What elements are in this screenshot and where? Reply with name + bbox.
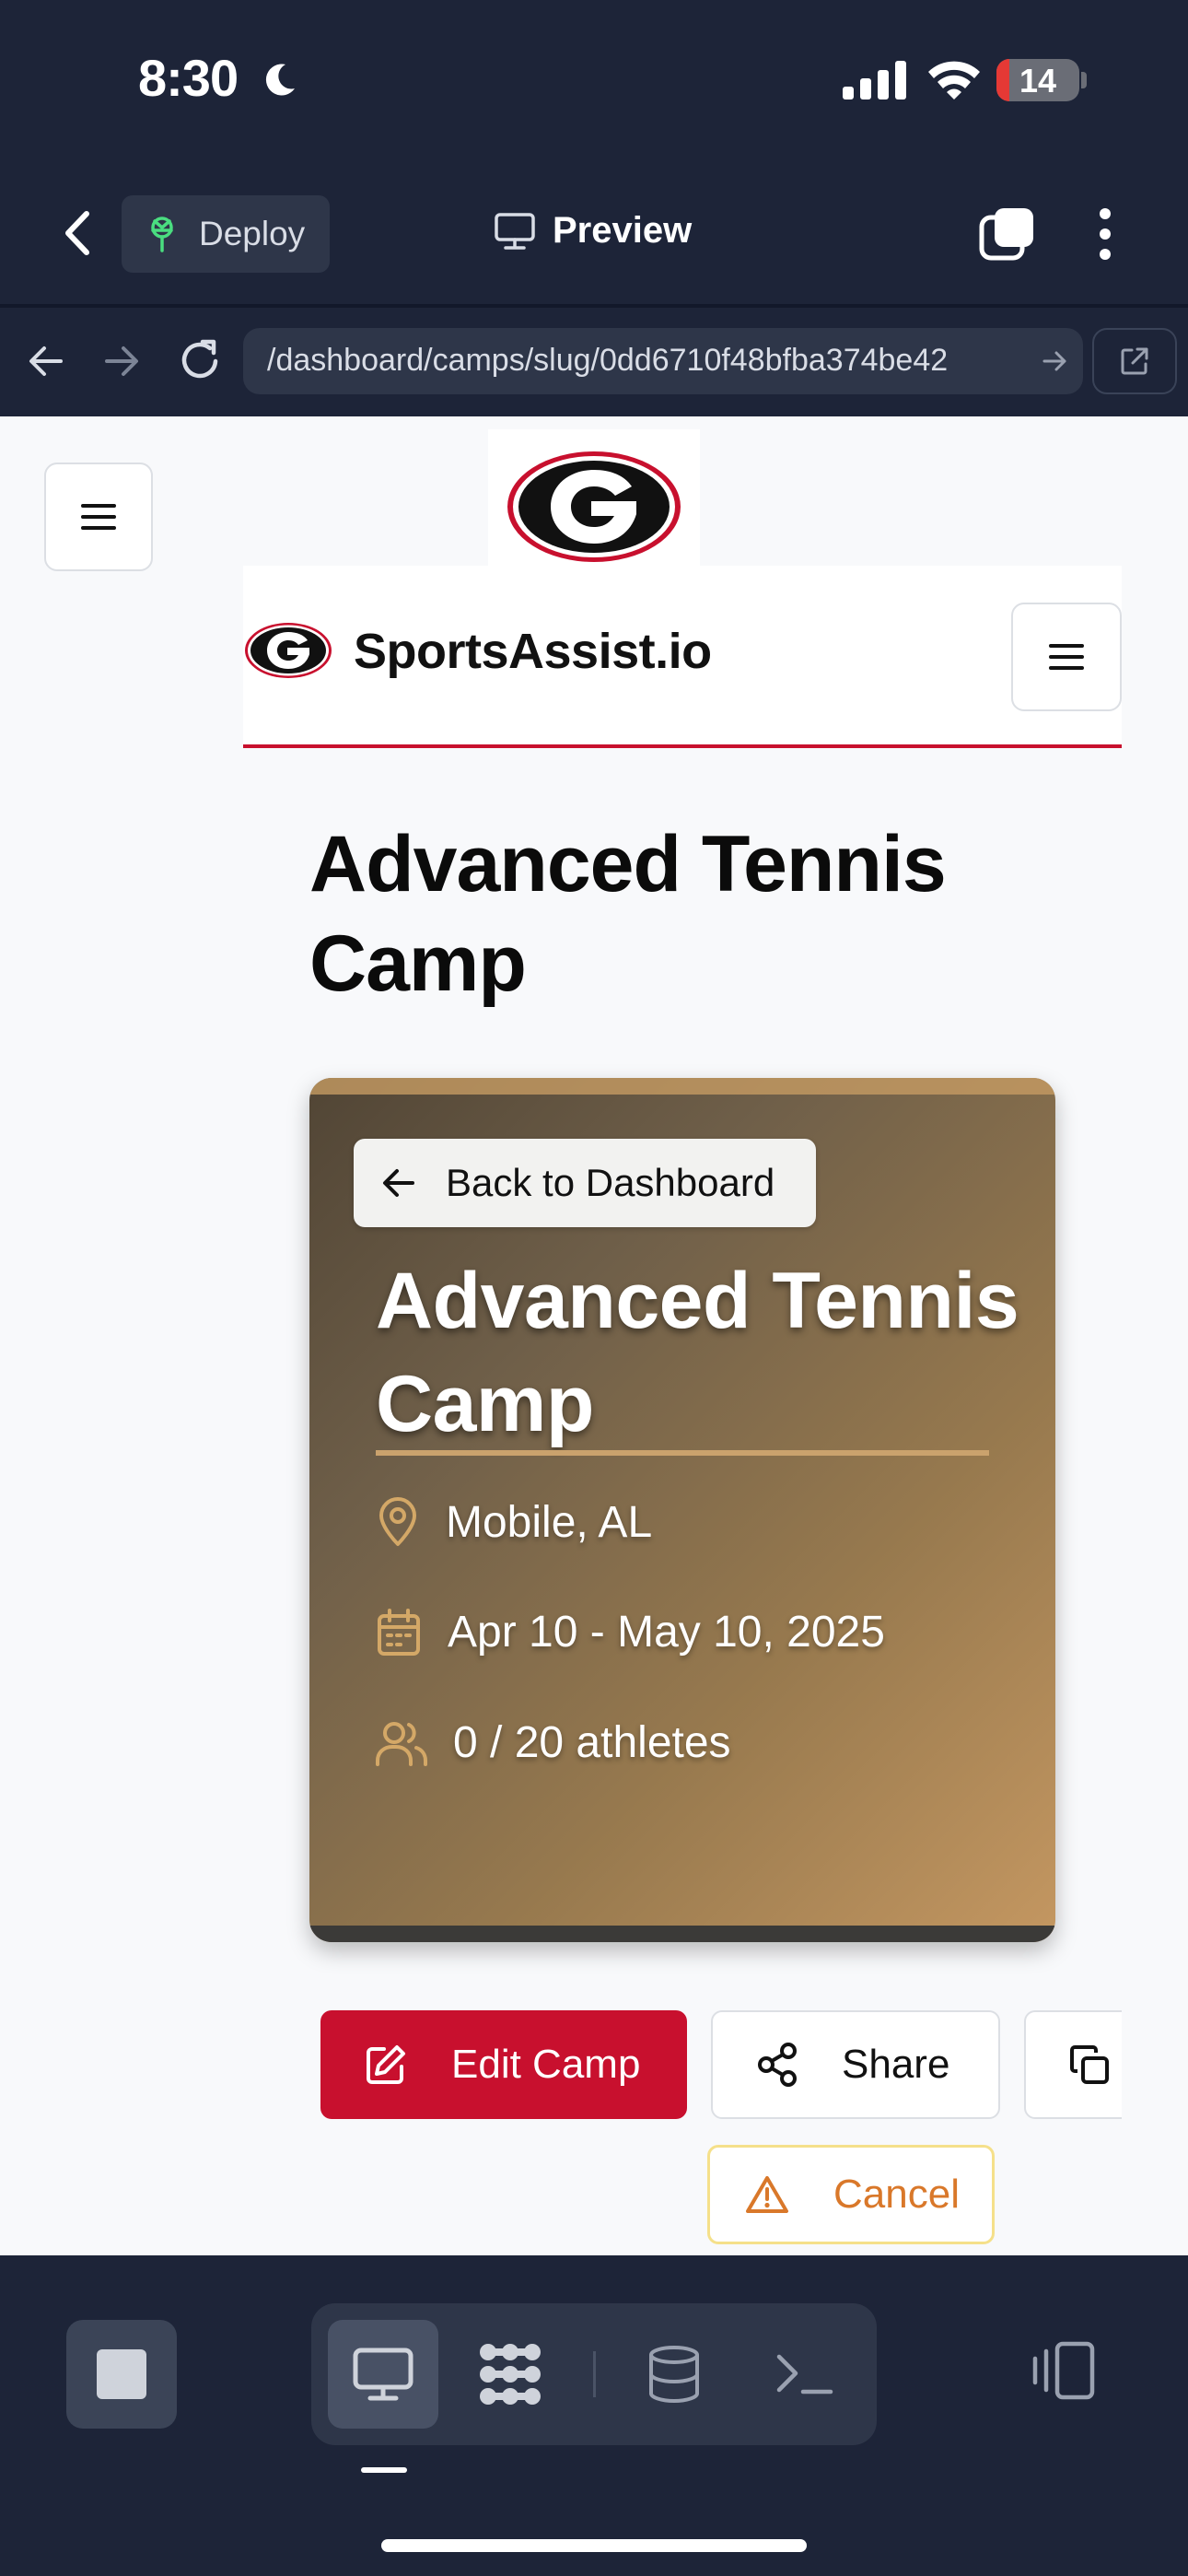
cancel-label: Cancel bbox=[833, 2172, 960, 2217]
monitor-tool-button[interactable] bbox=[328, 2320, 438, 2429]
preview-tab[interactable]: Preview bbox=[494, 210, 692, 252]
divider bbox=[0, 304, 1188, 308]
status-time: 8:30 bbox=[138, 49, 239, 107]
cellular-signal-icon bbox=[843, 61, 907, 100]
chevron-left-icon[interactable] bbox=[61, 208, 94, 258]
share-icon bbox=[757, 2043, 798, 2087]
web-page: SportsAssist.io Advanced Tennis Camp Bac… bbox=[0, 416, 1188, 2255]
edit-camp-button[interactable]: Edit Camp bbox=[320, 2010, 687, 2119]
back-to-dashboard-button[interactable]: Back to Dashboard bbox=[354, 1139, 816, 1227]
tabs-icon[interactable] bbox=[978, 205, 1037, 263]
arrow-left-icon bbox=[381, 1167, 416, 1199]
arrow-left-icon[interactable] bbox=[28, 343, 64, 380]
share-button[interactable]: Share bbox=[711, 2010, 1000, 2119]
edit-icon bbox=[365, 2043, 407, 2086]
title-underline bbox=[376, 1450, 989, 1456]
camp-location: Mobile, AL bbox=[376, 1496, 652, 1548]
url-bar[interactable]: /dashboard/camps/slug/0dd6710f48bfba374b… bbox=[243, 328, 1083, 394]
panel-layout-icon[interactable] bbox=[1030, 2340, 1096, 2401]
overflow-mask bbox=[1122, 1983, 1188, 2149]
database-tool-button[interactable] bbox=[619, 2320, 729, 2429]
copy-icon bbox=[1068, 2043, 1111, 2086]
database-icon bbox=[649, 2346, 699, 2404]
warning-icon bbox=[745, 2174, 789, 2215]
reload-icon[interactable] bbox=[177, 337, 223, 383]
site-header: SportsAssist.io bbox=[243, 566, 1122, 748]
location-text: Mobile, AL bbox=[446, 1497, 653, 1547]
nav-menu-button[interactable] bbox=[1011, 603, 1122, 711]
arrow-right-icon[interactable] bbox=[103, 343, 140, 380]
arrow-go-icon[interactable] bbox=[1042, 348, 1068, 374]
battery-level: 14 bbox=[1019, 62, 1057, 100]
external-link-icon[interactable] bbox=[1092, 328, 1177, 394]
stop-icon bbox=[97, 2349, 146, 2399]
toolbar-divider bbox=[593, 2351, 596, 2397]
home-indicator[interactable] bbox=[381, 2539, 807, 2552]
apps-tool-button[interactable] bbox=[455, 2320, 565, 2429]
active-tab-indicator bbox=[361, 2467, 407, 2473]
cancel-camp-button[interactable]: Cancel bbox=[707, 2145, 995, 2244]
share-label: Share bbox=[842, 2042, 950, 2087]
monitor-icon bbox=[494, 212, 536, 251]
battery-nub bbox=[1081, 72, 1087, 88]
more-vertical-icon[interactable] bbox=[1096, 206, 1114, 262]
view-switcher bbox=[311, 2303, 877, 2445]
camp-athletes: 0 / 20 athletes bbox=[376, 1717, 731, 1768]
camp-title: Advanced Tennis Camp bbox=[376, 1257, 1019, 1448]
dates-text: Apr 10 - May 10, 2025 bbox=[448, 1608, 885, 1657]
team-logo bbox=[488, 429, 700, 577]
users-icon bbox=[376, 1721, 427, 1766]
edit-label: Edit Camp bbox=[451, 2042, 641, 2087]
duplicate-button[interactable] bbox=[1024, 2010, 1135, 2119]
apps-icon bbox=[480, 2344, 541, 2405]
page-title: Advanced Tennis Camp bbox=[309, 820, 947, 1008]
calendar-icon bbox=[378, 1608, 420, 1656]
deploy-label: Deploy bbox=[199, 215, 306, 252]
terminal-icon bbox=[776, 2354, 833, 2395]
moon-icon bbox=[262, 61, 298, 98]
sidebar-menu-button[interactable] bbox=[44, 463, 153, 571]
deploy-icon bbox=[146, 216, 179, 252]
preview-label: Preview bbox=[553, 210, 693, 251]
stop-button[interactable] bbox=[66, 2320, 177, 2429]
card-accent bbox=[309, 1078, 1055, 1095]
hamburger-icon bbox=[81, 504, 116, 530]
deploy-button[interactable]: Deploy bbox=[122, 195, 330, 273]
camp-dates: Apr 10 - May 10, 2025 bbox=[376, 1607, 885, 1657]
map-pin-icon bbox=[379, 1497, 416, 1546]
hamburger-icon bbox=[1049, 644, 1084, 670]
athletes-text: 0 / 20 athletes bbox=[453, 1718, 731, 1767]
brand-logo-icon[interactable] bbox=[243, 621, 333, 680]
terminal-tool-button[interactable] bbox=[750, 2320, 860, 2429]
card-bottom-edge bbox=[309, 1926, 1055, 1942]
brand-name[interactable]: SportsAssist.io bbox=[354, 623, 712, 680]
camp-hero-card: Back to Dashboard Advanced Tennis Camp M… bbox=[309, 1078, 1055, 1942]
monitor-icon bbox=[353, 2348, 413, 2401]
battery-icon: 14 bbox=[996, 59, 1079, 101]
url-text: /dashboard/camps/slug/0dd6710f48bfba374b… bbox=[267, 343, 949, 378]
wifi-icon bbox=[926, 59, 982, 100]
back-label: Back to Dashboard bbox=[446, 1161, 775, 1204]
